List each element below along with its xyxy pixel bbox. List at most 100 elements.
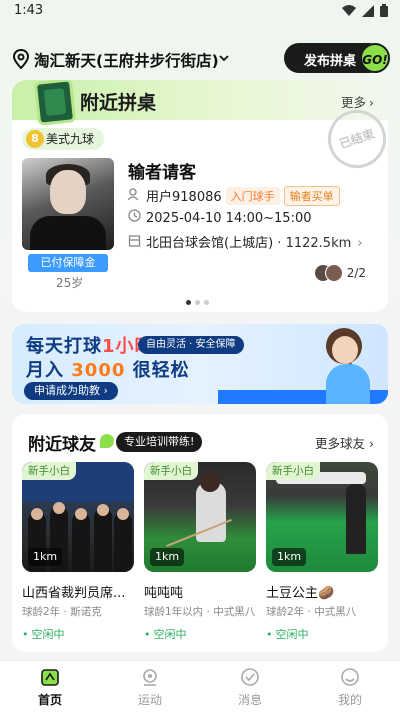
carousel-dot [186, 300, 191, 305]
host-row: 用户918086 入门球手 输者买单 [127, 186, 340, 206]
chevron-right-icon: › [357, 236, 363, 251]
clock-icon [128, 209, 142, 225]
publish-button-label: 发布拼桌 [304, 54, 357, 69]
apply-coach-button[interactable]: 申请成为助教 › [24, 382, 118, 400]
promo-banner[interactable]: 每天打球1小时 自由灵活 · 安全保障 月入 3000 很轻松 申请成为助教 › [12, 324, 388, 404]
player-card[interactable]: 新手小白 1km 山西省裁判员席... 球龄2年 · 斯诺克 空闲中 [22, 462, 134, 642]
player-card[interactable]: 新手小白 1km 土豆公主🥔 球龄2年 · 中式黑八 空闲中 [266, 462, 378, 642]
player-meta: 球龄1年以内 · 中式黑八 [144, 606, 256, 618]
nav-label: 我的 [337, 693, 362, 707]
store-name[interactable]: 淘汇新天(王府井步行街店) [34, 49, 219, 71]
photo-head [75, 508, 87, 520]
battery-icon [380, 4, 388, 17]
whistle-icon [100, 434, 114, 448]
player-meta: 球龄2年 · 中式黑八 [266, 606, 357, 618]
nearby-tables-title: 附近拼桌 [80, 92, 157, 114]
time-row: 2025-04-10 14:00~15:00 [128, 209, 312, 226]
more-players-label: 更多球友 [315, 436, 366, 451]
nav-item-home[interactable]: 首页 [0, 661, 100, 712]
player-photo: 新手小白 1km [22, 462, 134, 572]
time-range: 2025-04-10 14:00~15:00 [146, 211, 312, 226]
player-distance: 1km [150, 548, 185, 566]
photo-head [53, 502, 65, 514]
player-status: 空闲中 [144, 626, 187, 642]
photo-person [72, 512, 90, 572]
chevron-down-icon[interactable] [218, 52, 230, 64]
banner-line2: 月入 3000 很轻松 [26, 356, 190, 382]
carousel-dot [195, 300, 200, 305]
player-name: 吨吨吨 [144, 586, 184, 601]
chevron-right-icon: › [369, 436, 374, 451]
nearby-tables-more-link[interactable]: 更多 › [341, 92, 374, 111]
player-photo: 新手小白 1km [144, 462, 256, 572]
banner-line1: 每天打球1小时 [26, 332, 154, 358]
newbie-tag: 新手小白 [266, 462, 320, 480]
eight-ball-icon: 8 [26, 130, 44, 148]
avatar-body [30, 216, 106, 250]
player-avatar[interactable] [22, 158, 114, 250]
game-type-label: 美式九球 [46, 132, 95, 146]
player-name: 土豆公主🥔 [266, 586, 335, 601]
banner-line2-prefix: 月入 [26, 360, 64, 381]
match-title[interactable]: 输者请客 [128, 158, 196, 183]
profile-icon [341, 668, 359, 686]
carousel-dot [204, 300, 209, 305]
status-bar: 1:43 [0, 0, 400, 24]
player-status: 空闲中 [266, 626, 309, 642]
photo-head [117, 508, 129, 520]
photo-head [31, 508, 43, 520]
participant-count: 2/2 [346, 266, 366, 280]
wifi-icon [342, 4, 356, 16]
photo-person [346, 484, 366, 554]
go-badge: GO! [360, 43, 390, 73]
host-username: 用户918086 [146, 190, 222, 205]
newbie-tag: 新手小白 [144, 462, 198, 480]
venue-distance: 1122.5km [285, 236, 352, 251]
nav-item-messages[interactable]: 消息 [200, 661, 300, 712]
nav-item-sport[interactable]: 运动 [100, 661, 200, 712]
game-type-tag: 8 美式九球 [22, 128, 105, 150]
nearby-players-card: 附近球友 专业培训带练! 更多球友 › 新手小白 1km 山西省裁判员席... … [12, 414, 388, 652]
banner-pill: 自由灵活 · 安全保障 [138, 336, 244, 354]
nav-item-profile[interactable]: 我的 [300, 661, 400, 712]
banner-line2-highlight: 3000 [71, 360, 126, 381]
nearby-tables-header: 附近拼桌 更多 › [12, 80, 388, 126]
venue-icon [128, 234, 142, 250]
header: 淘汇新天(王府井步行街店) 发布拼桌 GO! [0, 40, 400, 78]
photo-head [200, 472, 220, 492]
rule-chip: 输者买单 [283, 186, 340, 206]
status-icons [342, 4, 388, 17]
publish-table-button[interactable]: 发布拼桌 GO! [284, 43, 390, 73]
status-time: 1:43 [14, 3, 44, 18]
bottom-nav: 首页 运动 消息 我的 [0, 660, 400, 712]
photo-person [114, 512, 132, 572]
deposit-paid-badge: 已付保障金 [28, 254, 108, 272]
banner-coach-illustration [326, 364, 370, 404]
participant-avatars [314, 264, 344, 282]
player-distance: 1km [28, 548, 63, 566]
more-players-link[interactable]: 更多球友 › [315, 433, 374, 452]
signal-icon [362, 4, 374, 17]
home-icon [41, 669, 59, 686]
player-status: 空闲中 [22, 626, 65, 642]
message-icon [241, 668, 259, 686]
player-name: 山西省裁判员席... [22, 586, 126, 601]
nearby-players-title: 附近球友 [28, 435, 96, 455]
pool-table-icon [33, 80, 77, 126]
participant-avatar [325, 264, 343, 282]
nav-label: 首页 [37, 693, 62, 707]
location-pin-icon [12, 49, 30, 69]
user-icon [127, 188, 142, 204]
level-chip: 入门球手 [225, 187, 280, 205]
carousel-dots [186, 300, 216, 306]
newbie-tag: 新手小白 [22, 462, 76, 480]
nav-label: 运动 [137, 693, 162, 707]
chevron-right-icon: › [369, 95, 374, 110]
more-label: 更多 [340, 95, 366, 110]
player-card[interactable]: 新手小白 1km 吨吨吨 球龄1年以内 · 中式黑八 空闲中 [144, 462, 256, 642]
venue-row[interactable]: 北田台球会馆(上城店) · 1122.5km › [128, 232, 362, 251]
nearby-tables-card: 附近拼桌 更多 › 已结束 8 美式九球 已付保障金 25岁 输者请客 用户918… [12, 80, 388, 312]
banner-line2-suffix: 很轻松 [132, 360, 190, 381]
training-pill[interactable]: 专业培训带练! [116, 432, 203, 452]
venue-separator: · [277, 236, 282, 251]
